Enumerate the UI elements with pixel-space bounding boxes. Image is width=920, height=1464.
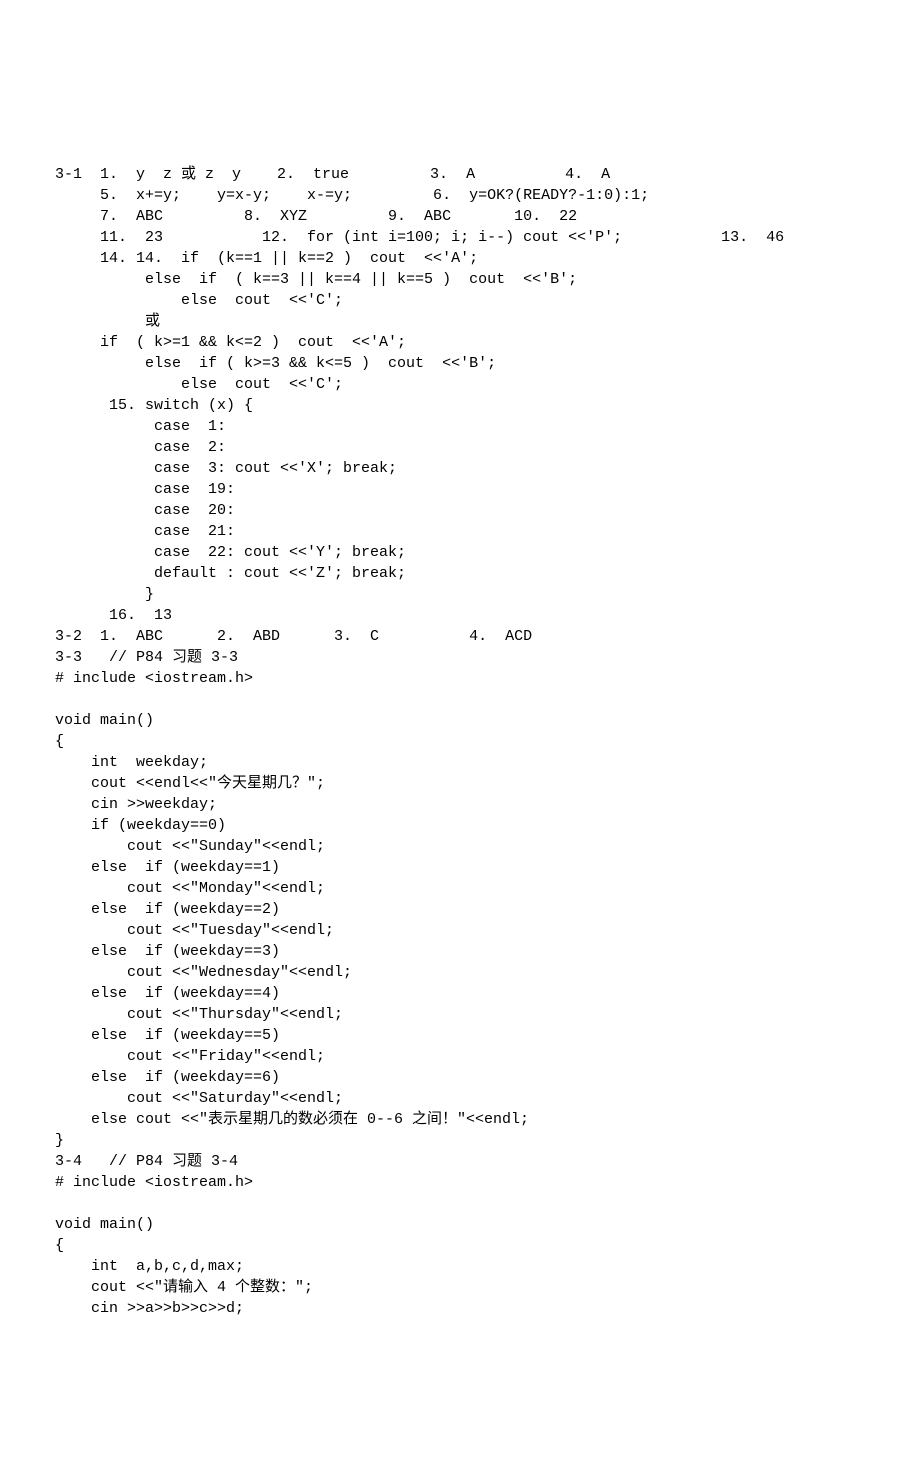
text-line: 11. 23 12. for (int i=100; i; i--) cout … xyxy=(55,227,865,248)
text-line: else if (weekday==6) xyxy=(55,1067,865,1088)
text-line: case 21: xyxy=(55,521,865,542)
text-line: 5. x+=y; y=x-y; x-=y; 6. y=OK?(READY?-1:… xyxy=(55,185,865,206)
text-line: { xyxy=(55,1235,865,1256)
document-content: 3-1 1. y z 或 z y 2. true 3. A 4. A 5. x+… xyxy=(55,164,865,1319)
text-line: int a,b,c,d,max; xyxy=(55,1256,865,1277)
text-line: 14. 14. if (k==1 || k==2 ) cout <<'A'; xyxy=(55,248,865,269)
text-line: int weekday; xyxy=(55,752,865,773)
text-line: cout <<"Thursday"<<endl; xyxy=(55,1004,865,1025)
text-line: else if ( k>=3 && k<=5 ) cout <<'B'; xyxy=(55,353,865,374)
text-line: void main() xyxy=(55,710,865,731)
text-line: void main() xyxy=(55,1214,865,1235)
text-line: cout <<"Tuesday"<<endl; xyxy=(55,920,865,941)
text-line: default : cout <<'Z'; break; xyxy=(55,563,865,584)
text-line: # include <iostream.h> xyxy=(55,1172,865,1193)
text-line: } xyxy=(55,584,865,605)
text-line: else if (weekday==1) xyxy=(55,857,865,878)
text-line: else cout <<'C'; xyxy=(55,290,865,311)
text-line: } xyxy=(55,1130,865,1151)
text-line: if ( k>=1 && k<=2 ) cout <<'A'; xyxy=(55,332,865,353)
text-line: case 20: xyxy=(55,500,865,521)
text-line: case 2: xyxy=(55,437,865,458)
text-line: else cout <<'C'; xyxy=(55,374,865,395)
text-line: 15. switch (x) { xyxy=(55,395,865,416)
text-line xyxy=(55,1193,865,1214)
text-line: else if (weekday==4) xyxy=(55,983,865,1004)
text-line: cin >>a>>b>>c>>d; xyxy=(55,1298,865,1319)
text-line: 3-4 // P84 习题 3-4 xyxy=(55,1151,865,1172)
text-line: case 22: cout <<'Y'; break; xyxy=(55,542,865,563)
text-line: cout <<"Friday"<<endl; xyxy=(55,1046,865,1067)
text-line: else if (weekday==3) xyxy=(55,941,865,962)
text-line: 16. 13 xyxy=(55,605,865,626)
text-line: else cout <<"表示星期几的数必须在 0--6 之间！"<<endl; xyxy=(55,1109,865,1130)
text-line: cin >>weekday; xyxy=(55,794,865,815)
text-line: case 1: xyxy=(55,416,865,437)
text-line: else if (weekday==5) xyxy=(55,1025,865,1046)
text-line: cout <<"请输入 4 个整数："; xyxy=(55,1277,865,1298)
text-line: case 3: cout <<'X'; break; xyxy=(55,458,865,479)
text-line: 7. ABC 8. XYZ 9. ABC 10. 22 xyxy=(55,206,865,227)
text-line: # include <iostream.h> xyxy=(55,668,865,689)
text-line: else if (weekday==2) xyxy=(55,899,865,920)
text-line: 或 xyxy=(55,311,865,332)
text-line: 3-2 1. ABC 2. ABD 3. C 4. ACD xyxy=(55,626,865,647)
text-line: cout <<"Saturday"<<endl; xyxy=(55,1088,865,1109)
text-line: cout <<endl<<"今天星期几？"; xyxy=(55,773,865,794)
text-line: { xyxy=(55,731,865,752)
text-line: if (weekday==0) xyxy=(55,815,865,836)
text-line: 3-1 1. y z 或 z y 2. true 3. A 4. A xyxy=(55,164,865,185)
text-line xyxy=(55,689,865,710)
text-line: cout <<"Wednesday"<<endl; xyxy=(55,962,865,983)
text-line: cout <<"Monday"<<endl; xyxy=(55,878,865,899)
text-line: case 19: xyxy=(55,479,865,500)
text-line: cout <<"Sunday"<<endl; xyxy=(55,836,865,857)
text-line: 3-3 // P84 习题 3-3 xyxy=(55,647,865,668)
text-line: else if ( k==3 || k==4 || k==5 ) cout <<… xyxy=(55,269,865,290)
